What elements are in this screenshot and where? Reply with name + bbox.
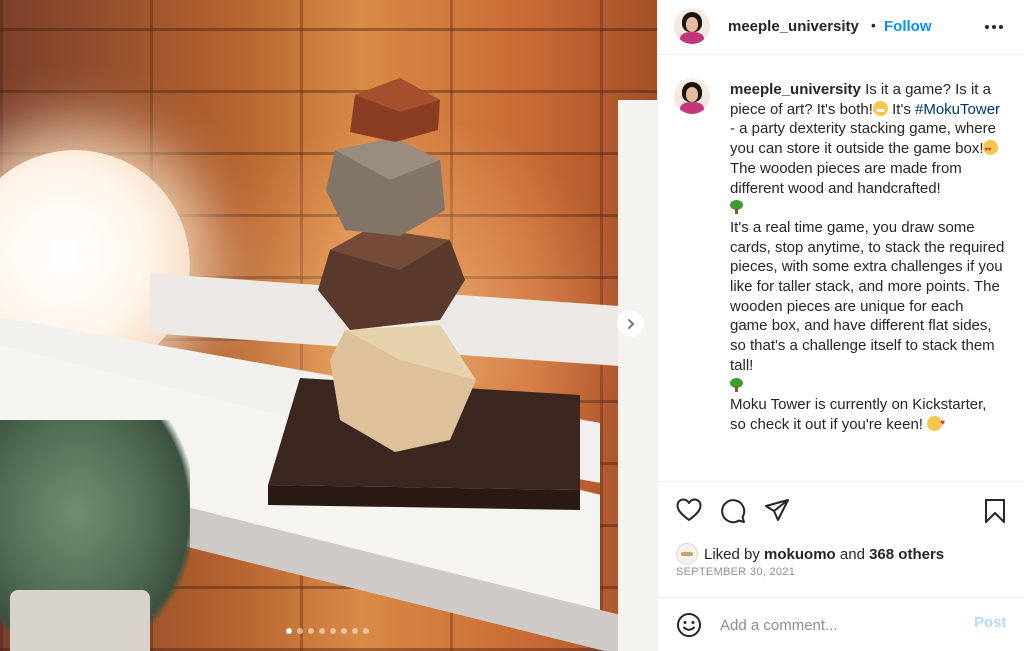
comment-input[interactable] [718, 612, 962, 638]
liker-avatar[interactable] [676, 543, 698, 565]
send-icon [765, 499, 789, 521]
caption-avatar[interactable] [674, 78, 710, 114]
smiley-icon [677, 613, 701, 637]
hashtag-link[interactable]: #MokuTower [915, 101, 1000, 118]
action-bar [658, 481, 1024, 482]
heart-eyes-emoji-icon [983, 140, 999, 161]
likes-others-link[interactable]: 368 others [869, 546, 944, 563]
carousel-dot [308, 628, 314, 634]
carousel-indicator [286, 628, 369, 634]
comment-button[interactable] [720, 498, 746, 527]
save-button[interactable] [984, 498, 1006, 527]
caption-username[interactable]: meeple_university [730, 81, 861, 98]
tree-emoji-icon [730, 377, 743, 392]
author-username[interactable]: meeple_university [728, 18, 859, 35]
post-sidebar: meeple_university • Follow meeple_univer… [657, 0, 1024, 651]
carousel-dot [330, 628, 336, 634]
comment-icon [721, 499, 746, 524]
chevron-right-icon [627, 318, 634, 329]
bookmark-icon [985, 499, 1005, 523]
carousel-dot [363, 628, 369, 634]
follow-button[interactable]: Follow [884, 18, 932, 35]
like-button[interactable] [676, 498, 702, 525]
liker-username[interactable]: mokuomo [764, 546, 836, 563]
comment-bar: Post [658, 597, 1024, 651]
next-image-button[interactable] [617, 310, 644, 337]
carousel-dot [352, 628, 358, 634]
author-avatar[interactable] [674, 8, 710, 44]
caption-text: It's a real time game, you draw some car… [730, 218, 1005, 374]
caption-text: - a party dexterity stacking game, where… [730, 120, 996, 158]
share-button[interactable] [764, 498, 790, 525]
caption-text: It's [887, 100, 915, 118]
tree-emoji-icon [730, 200, 743, 215]
separator-dot: • [871, 17, 876, 33]
post-header: meeple_university • Follow [658, 0, 1024, 55]
post-date[interactable]: SEPTEMBER 30, 2021 [676, 566, 795, 578]
more-options-icon[interactable] [983, 16, 1005, 38]
carousel-dot [297, 628, 303, 634]
post-image[interactable] [0, 0, 657, 651]
likes-and: and [839, 545, 865, 563]
carousel-dot [286, 628, 292, 634]
heart-icon [676, 498, 702, 521]
post-comment-button[interactable]: Post [974, 614, 1007, 631]
likes-prefix: Liked by [704, 545, 760, 563]
caption-text: Moku Tower is currently on Kickstarter, … [730, 396, 987, 433]
likes-summary: Liked by mokuomo and 368 others [676, 543, 944, 565]
smiling-hearts-emoji-icon [927, 413, 945, 433]
caption-text: The wooden pieces are made from differen… [730, 159, 962, 197]
stacking-stones-illustration [268, 78, 580, 510]
carousel-dot [341, 628, 347, 634]
carousel-dot [319, 628, 325, 634]
post-caption: meeple_university Is it a game? Is it a … [730, 80, 1005, 435]
emoji-picker-button[interactable] [676, 612, 702, 641]
grin-emoji-icon [872, 100, 888, 116]
